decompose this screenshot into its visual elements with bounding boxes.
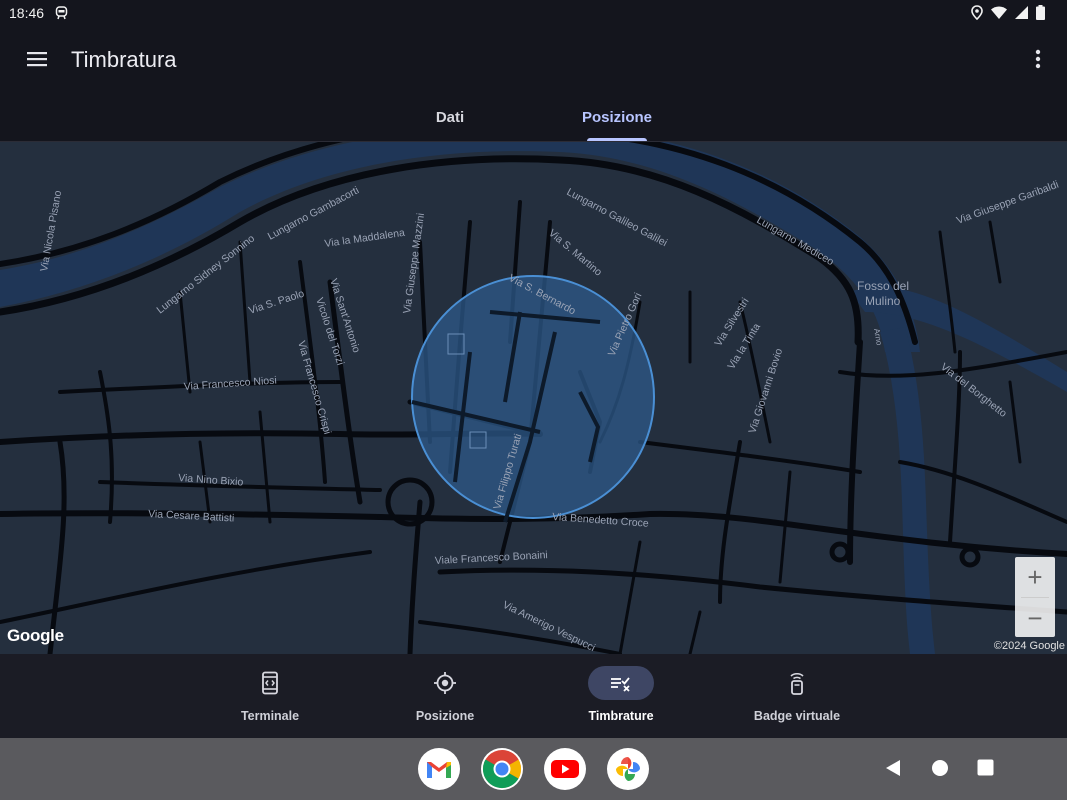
- street-label: Viale Francesco Bonaini: [435, 549, 549, 567]
- hamburger-menu-icon[interactable]: [22, 44, 52, 74]
- nav-label: Timbrature: [588, 709, 654, 723]
- nav-item-posizione[interactable]: Posizione: [370, 654, 520, 738]
- street-label: Via Giuseppe Garibaldi: [955, 179, 1060, 227]
- nav-item-badge-virtuale[interactable]: Badge virtuale: [722, 654, 872, 738]
- recents-button-icon[interactable]: [977, 759, 994, 776]
- page-title: Timbratura: [71, 47, 177, 72]
- dock-app-chrome[interactable]: [481, 748, 523, 790]
- tab-posizione[interactable]: Posizione: [557, 92, 677, 142]
- tab-label: Posizione: [581, 108, 652, 126]
- terminal-icon: [262, 671, 278, 695]
- area-label: Fosso del: [857, 279, 909, 293]
- location-target-icon: [434, 672, 456, 694]
- street-label: Lungarno Galileo Galilei: [565, 186, 670, 249]
- status-bar: 18:46: [0, 0, 1067, 26]
- nav-item-terminale[interactable]: Terminale: [195, 654, 345, 738]
- nav-item-timbrature[interactable]: Timbrature: [546, 654, 696, 738]
- nav-label: Terminale: [240, 709, 300, 723]
- system-navigation-bar: [0, 738, 1067, 800]
- zoom-in-button[interactable]: +: [1015, 557, 1055, 597]
- street-label: Via Amerigo Vespucci: [501, 599, 597, 654]
- more-options-icon[interactable]: [1031, 46, 1045, 72]
- street-label: Via Francesco Crispi: [295, 340, 333, 436]
- location-icon: [971, 5, 983, 20]
- signal-icon: [1015, 6, 1028, 19]
- street-label: Via S. Martino: [546, 227, 604, 279]
- battery-icon: [1036, 5, 1045, 20]
- tab-bar: Dati Posizione: [0, 92, 1067, 142]
- back-button-icon[interactable]: [885, 759, 901, 777]
- nav-label: Badge virtuale: [753, 709, 841, 723]
- nav-label: Posizione: [415, 709, 475, 723]
- google-photos-icon: [616, 757, 640, 781]
- geofence-circle: [411, 275, 655, 519]
- tab-indicator: [587, 138, 647, 141]
- bottom-navigation: Terminale Posizione Timbrature Badge vir…: [0, 654, 1067, 738]
- google-logo: Google: [7, 626, 64, 645]
- home-button-icon[interactable]: [931, 759, 949, 777]
- street-label: Via Cesare Battisti: [148, 508, 235, 524]
- zoom-controls: + −: [1015, 557, 1055, 637]
- status-time: 18:46: [9, 5, 45, 21]
- dock-app-google-photos[interactable]: [607, 748, 649, 790]
- zoom-out-button[interactable]: −: [1015, 598, 1055, 638]
- tab-dati[interactable]: Dati: [390, 92, 510, 142]
- chrome-icon: [482, 749, 522, 789]
- dock-app-gmail[interactable]: [418, 748, 460, 790]
- map-copyright: ©2024 Google: [993, 640, 1065, 652]
- area-label: Mulino: [865, 294, 901, 308]
- dock-app-youtube[interactable]: [544, 748, 586, 790]
- river-label: Arno: [872, 328, 884, 347]
- list-check-icon: [611, 677, 630, 692]
- tab-label: Dati: [435, 108, 465, 126]
- robot-icon: [55, 6, 68, 20]
- street-label: Via S. Paolo: [247, 288, 306, 317]
- app-bar: Timbratura: [0, 26, 1067, 92]
- street-label: Via la Maddalena: [324, 227, 406, 250]
- youtube-icon: [551, 760, 579, 778]
- badge-nfc-icon: [790, 672, 804, 695]
- wifi-icon: [991, 6, 1007, 19]
- street-label: Via Francesco Niosi: [183, 375, 277, 393]
- map-view[interactable]: Via Nicola Pisano Lungarno Gambacorti Vi…: [0, 142, 1067, 654]
- gmail-icon: [427, 762, 451, 778]
- map-canvas[interactable]: Via Nicola Pisano Lungarno Gambacorti Vi…: [0, 142, 1067, 654]
